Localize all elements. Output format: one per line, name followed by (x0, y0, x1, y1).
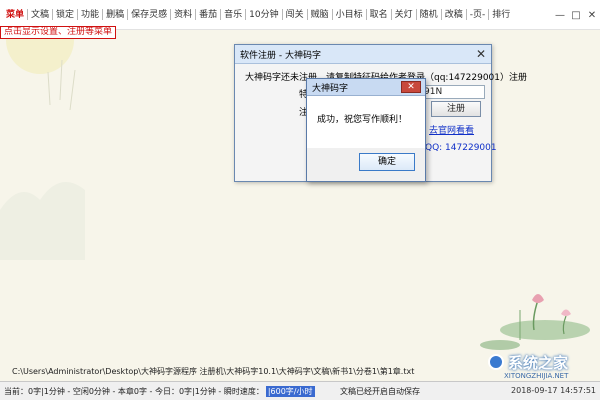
menu-item[interactable]: 取名 (367, 0, 391, 30)
logo-icon (488, 354, 504, 370)
menu-item[interactable]: 保存灵感 (128, 0, 170, 30)
close-icon[interactable]: ✕ (584, 0, 600, 30)
watermark-text: 系统之家 (508, 354, 569, 372)
menu-item[interactable]: 10分钟 (246, 0, 281, 30)
status-bar: 当前：0字|1分钟 - 空闲0分钟 - 本章0字 - 今日：0字|1分钟 - 瞬… (0, 381, 600, 400)
watermark-url: XITONGZHIJIA.NET (504, 372, 569, 380)
menu-item[interactable]: 随机 (417, 0, 441, 30)
status-stats: 当前：0字|1分钟 - 空闲0分钟 - 本章0字 - 今日：0字|1分钟 - 瞬… (4, 386, 264, 396)
menu-item[interactable]: 排行 (489, 0, 513, 30)
speed-value: |600字/小时 (265, 385, 315, 397)
menu-item[interactable]: 闯关 (283, 0, 307, 30)
menu-item[interactable]: -页- (467, 0, 489, 30)
close-icon[interactable]: ✕ (476, 47, 486, 61)
autosave-status: 文稿已经开启自动保存 (340, 387, 420, 396)
menu-item[interactable]: 关灯 (392, 0, 416, 30)
message-box: 大神码字 ✕ 成功，祝您写作顺利！ 确定 (306, 78, 426, 182)
window-controls: — □ ✕ (552, 0, 600, 30)
timestamp: 2018-09-17 14:57:51 (511, 386, 596, 395)
minimize-icon[interactable]: — (552, 0, 568, 30)
menu-item[interactable]: 资料 (171, 0, 195, 30)
ok-button[interactable]: 确定 (359, 153, 415, 171)
maximize-icon[interactable]: □ (568, 0, 584, 30)
message-body: 成功，祝您写作顺利！ (307, 96, 425, 148)
menu-item[interactable]: 改稿 (442, 0, 466, 30)
watermark: 系统之家 XITONGZHIJIA.NET (488, 352, 598, 380)
close-icon[interactable]: ✕ (401, 81, 421, 93)
menu-item[interactable]: 番茄 (196, 0, 220, 30)
qq-contact: QQ: 147229001 (425, 143, 497, 153)
file-path: C:\Users\Administrator\Desktop\大神码字源程序 注… (12, 367, 415, 376)
official-site-link[interactable]: 去官网看看 (429, 123, 474, 136)
register-dialog-title: 软件注册 - 大神码字 (235, 45, 491, 64)
menu-item[interactable]: 小目标 (333, 0, 366, 30)
register-button[interactable]: 注册 (431, 101, 481, 117)
settings-hint-button[interactable]: 点击显示设置、注册等菜单 (0, 26, 117, 39)
success-message: 成功，祝您写作顺利！ (317, 115, 408, 125)
menu-item[interactable]: 贼脑 (308, 0, 332, 30)
menu-item[interactable]: 音乐 (221, 0, 245, 30)
